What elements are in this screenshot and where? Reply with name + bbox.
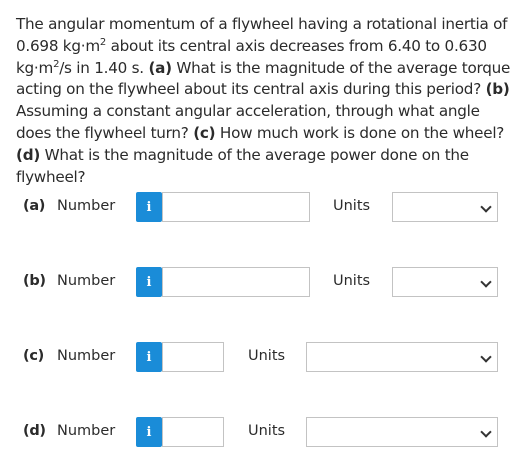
info-icon[interactable]: i: [136, 342, 162, 372]
units-label: Units: [248, 423, 286, 439]
number-input-d[interactable]: [162, 417, 224, 447]
number-input-c[interactable]: [162, 342, 224, 372]
part-label: (d): [23, 423, 46, 439]
answer-row-a: (a) Number i Units: [0, 190, 526, 224]
info-icon[interactable]: i: [136, 267, 162, 297]
units-label: Units: [248, 348, 286, 364]
chevron-down-icon: [480, 276, 492, 288]
info-icon[interactable]: i: [136, 417, 162, 447]
part-label: (b): [23, 273, 46, 289]
answer-row-c: (c) Number i Units: [0, 340, 526, 374]
units-select-c[interactable]: [306, 342, 498, 372]
answer-row-d: (d) Number i Units: [0, 415, 526, 449]
number-input-a[interactable]: [162, 192, 310, 222]
units-select-b[interactable]: [392, 267, 498, 297]
chevron-down-icon: [480, 351, 492, 363]
units-select-a[interactable]: [392, 192, 498, 222]
answer-row-b: (b) Number i Units: [0, 265, 526, 299]
units-label: Units: [333, 273, 371, 289]
chevron-down-icon: [480, 426, 492, 438]
number-label: Number: [57, 273, 116, 289]
number-input-b[interactable]: [162, 267, 310, 297]
chevron-down-icon: [480, 201, 492, 213]
info-icon[interactable]: i: [136, 192, 162, 222]
number-label: Number: [57, 198, 116, 214]
question-text: The angular momentum of a flywheel havin…: [16, 15, 511, 186]
part-label: (a): [23, 198, 46, 214]
number-label: Number: [57, 423, 116, 439]
part-label: (c): [23, 348, 44, 364]
units-select-d[interactable]: [306, 417, 498, 447]
units-label: Units: [333, 198, 371, 214]
number-label: Number: [57, 348, 116, 364]
